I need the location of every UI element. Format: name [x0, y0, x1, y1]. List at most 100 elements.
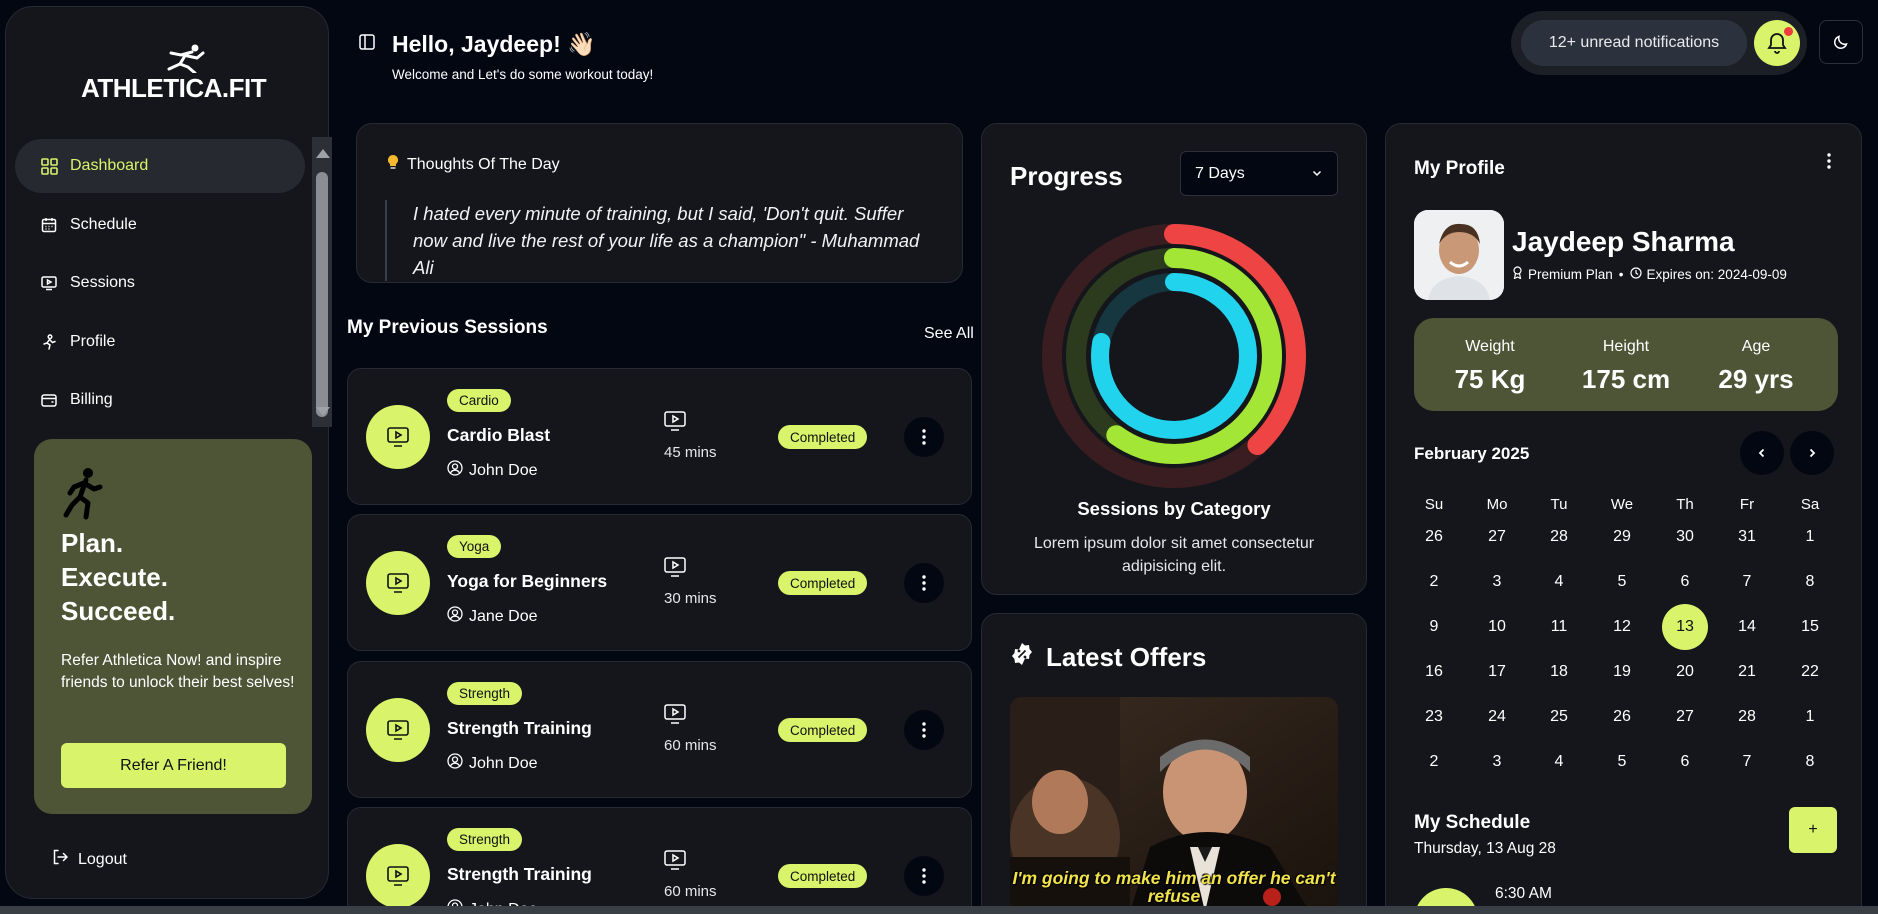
calendar-day[interactable]: 29 [1599, 514, 1645, 560]
session-card[interactable]: StrengthStrength TrainingJohn Doe60 mins… [347, 807, 972, 914]
session-card[interactable]: Cardio Cardio Blast John Doe 45 mins Complet… [347, 368, 972, 505]
calendar-day[interactable]: 7 [1724, 739, 1770, 785]
grid-icon [40, 157, 58, 175]
notifications-button[interactable] [1754, 20, 1800, 66]
wallet-icon [40, 391, 58, 409]
calendar-day-today[interactable]: 13 [1662, 604, 1708, 650]
play-video-icon[interactable] [366, 551, 430, 615]
calendar-day[interactable]: 24 [1474, 694, 1520, 740]
refer-friend-button[interactable]: Refer A Friend! [61, 743, 286, 788]
calendar-day[interactable]: 27 [1474, 514, 1520, 560]
calendar-prev-button[interactable] [1740, 431, 1784, 475]
calendar-day[interactable]: 28 [1536, 514, 1582, 560]
calendar-day[interactable]: 18 [1536, 649, 1582, 695]
scroll-up-arrow-icon[interactable] [316, 149, 330, 158]
sidebar-toggle-icon[interactable] [359, 34, 375, 55]
session-coach: Jane Doe [447, 606, 538, 627]
calendar-day[interactable]: 10 [1474, 604, 1520, 650]
calendar-day[interactable]: 22 [1787, 649, 1833, 695]
logout-button[interactable]: Logout [52, 849, 127, 870]
sidebar-item-label: Sessions [70, 274, 135, 291]
chart-title: Sessions by Category [1077, 498, 1271, 519]
calendar-day[interactable]: 2 [1411, 739, 1457, 785]
calendar-day[interactable]: 14 [1724, 604, 1770, 650]
user-circle-icon [447, 460, 463, 481]
calendar-day[interactable]: 4 [1536, 739, 1582, 785]
sidebar-item-schedule[interactable]: Schedule [15, 198, 305, 252]
video-icon [664, 557, 686, 582]
play-video-icon[interactable] [366, 844, 430, 908]
see-all-link[interactable]: See All [924, 325, 974, 343]
calendar-day[interactable]: 27 [1662, 694, 1708, 740]
sidebar-item-profile[interactable]: Profile [15, 315, 305, 369]
calendar-day[interactable]: 8 [1787, 739, 1833, 785]
stat-value: 75 Kg [1454, 364, 1526, 394]
sidebar-item-dashboard[interactable]: Dashboard [15, 139, 305, 193]
referral-promo-card: Plan. Execute. Succeed. Refer Athletica … [34, 439, 312, 814]
sidebar-item-sessions[interactable]: Sessions [15, 256, 305, 310]
sidebar-item-billing[interactable]: Billing [15, 373, 305, 427]
more-options-icon[interactable] [904, 417, 944, 457]
calendar-day[interactable]: 9 [1411, 604, 1457, 650]
calendar-day[interactable]: 4 [1536, 559, 1582, 605]
calendar-day[interactable]: 5 [1599, 559, 1645, 605]
more-options-icon[interactable] [904, 856, 944, 896]
range-select[interactable]: 7 Days [1180, 151, 1338, 196]
calendar-day[interactable]: 30 [1662, 514, 1708, 560]
sessions-ring-chart [1042, 224, 1306, 488]
calendar-day[interactable]: 8 [1787, 559, 1833, 605]
calendar-day[interactable]: 3 [1474, 739, 1520, 785]
more-options-icon[interactable] [904, 563, 944, 603]
promo-text: Refer Athletica Now! and inspire friends… [61, 652, 295, 691]
more-options-icon[interactable] [904, 710, 944, 750]
calendar-next-button[interactable] [1790, 431, 1834, 475]
calendar-day[interactable]: 6 [1662, 559, 1708, 605]
calendar-day[interactable]: 16 [1411, 649, 1457, 695]
thought-quote: I hated every minute of training, but I … [385, 200, 925, 281]
session-card[interactable]: Yoga Yoga for Beginners Jane Doe 30 mins Com… [347, 514, 972, 651]
calendar-day[interactable]: 20 [1662, 649, 1708, 695]
play-video-icon[interactable] [366, 405, 430, 469]
offers-header: Latest Offers [1010, 642, 1206, 673]
theme-toggle-button[interactable] [1819, 20, 1863, 64]
add-schedule-button[interactable]: + [1789, 807, 1837, 853]
calendar-day[interactable]: 25 [1536, 694, 1582, 740]
unread-notifications-pill[interactable]: 12+ unread notifications [1521, 20, 1747, 66]
calendar-day[interactable]: 1 [1787, 514, 1833, 560]
status-badge: Completed [778, 425, 868, 449]
offer-image[interactable]: I'm going to make him an offer he can't … [1010, 697, 1338, 912]
calendar-day[interactable]: 6 [1662, 739, 1708, 785]
notification-dot [1784, 27, 1793, 36]
calendar-day[interactable]: 19 [1599, 649, 1645, 695]
avatar[interactable] [1414, 210, 1504, 300]
calendar-day[interactable]: 3 [1474, 559, 1520, 605]
calendar-day[interactable]: 26 [1411, 514, 1457, 560]
calendar-day[interactable]: 15 [1787, 604, 1833, 650]
calendar-day[interactable]: 11 [1536, 604, 1582, 650]
play-video-icon[interactable] [366, 698, 430, 762]
sidebar-item-label: Schedule [70, 215, 137, 233]
logo-text: ATHLETICA.FIT [81, 73, 267, 103]
session-card[interactable]: StrengthStrength TrainingJohn Doe60 mins… [347, 661, 972, 798]
latest-offers-card: Latest Offers I'm going to make him an o… [981, 613, 1367, 914]
clock-icon [1629, 266, 1642, 282]
calendar-day[interactable]: 1 [1787, 694, 1833, 740]
calendar-day[interactable]: 28 [1724, 694, 1770, 740]
calendar-day[interactable]: 2 [1411, 559, 1457, 605]
body-stats: Weight 75 Kg Height 175 cm Age 29 yrs [1414, 318, 1838, 411]
session-name: Strength Training [447, 718, 592, 738]
calendar-day[interactable]: 17 [1474, 649, 1520, 695]
scrollbar-thumb[interactable] [316, 172, 328, 417]
scroll-down-arrow-icon[interactable] [316, 407, 330, 416]
calendar-day[interactable]: 5 [1599, 739, 1645, 785]
calendar-day[interactable]: 26 [1599, 694, 1645, 740]
calendar-day[interactable]: 21 [1724, 649, 1770, 695]
calendar-day[interactable]: 7 [1724, 559, 1770, 605]
calendar-day[interactable]: 31 [1724, 514, 1770, 560]
session-duration: 30 mins [664, 590, 717, 607]
logo[interactable]: ATHLETICA.FIT [81, 43, 267, 103]
profile-more-icon[interactable] [1826, 152, 1832, 175]
calendar-day[interactable]: 12 [1599, 604, 1645, 650]
horizontal-scrollbar[interactable] [0, 906, 1878, 914]
calendar-day[interactable]: 23 [1411, 694, 1457, 740]
